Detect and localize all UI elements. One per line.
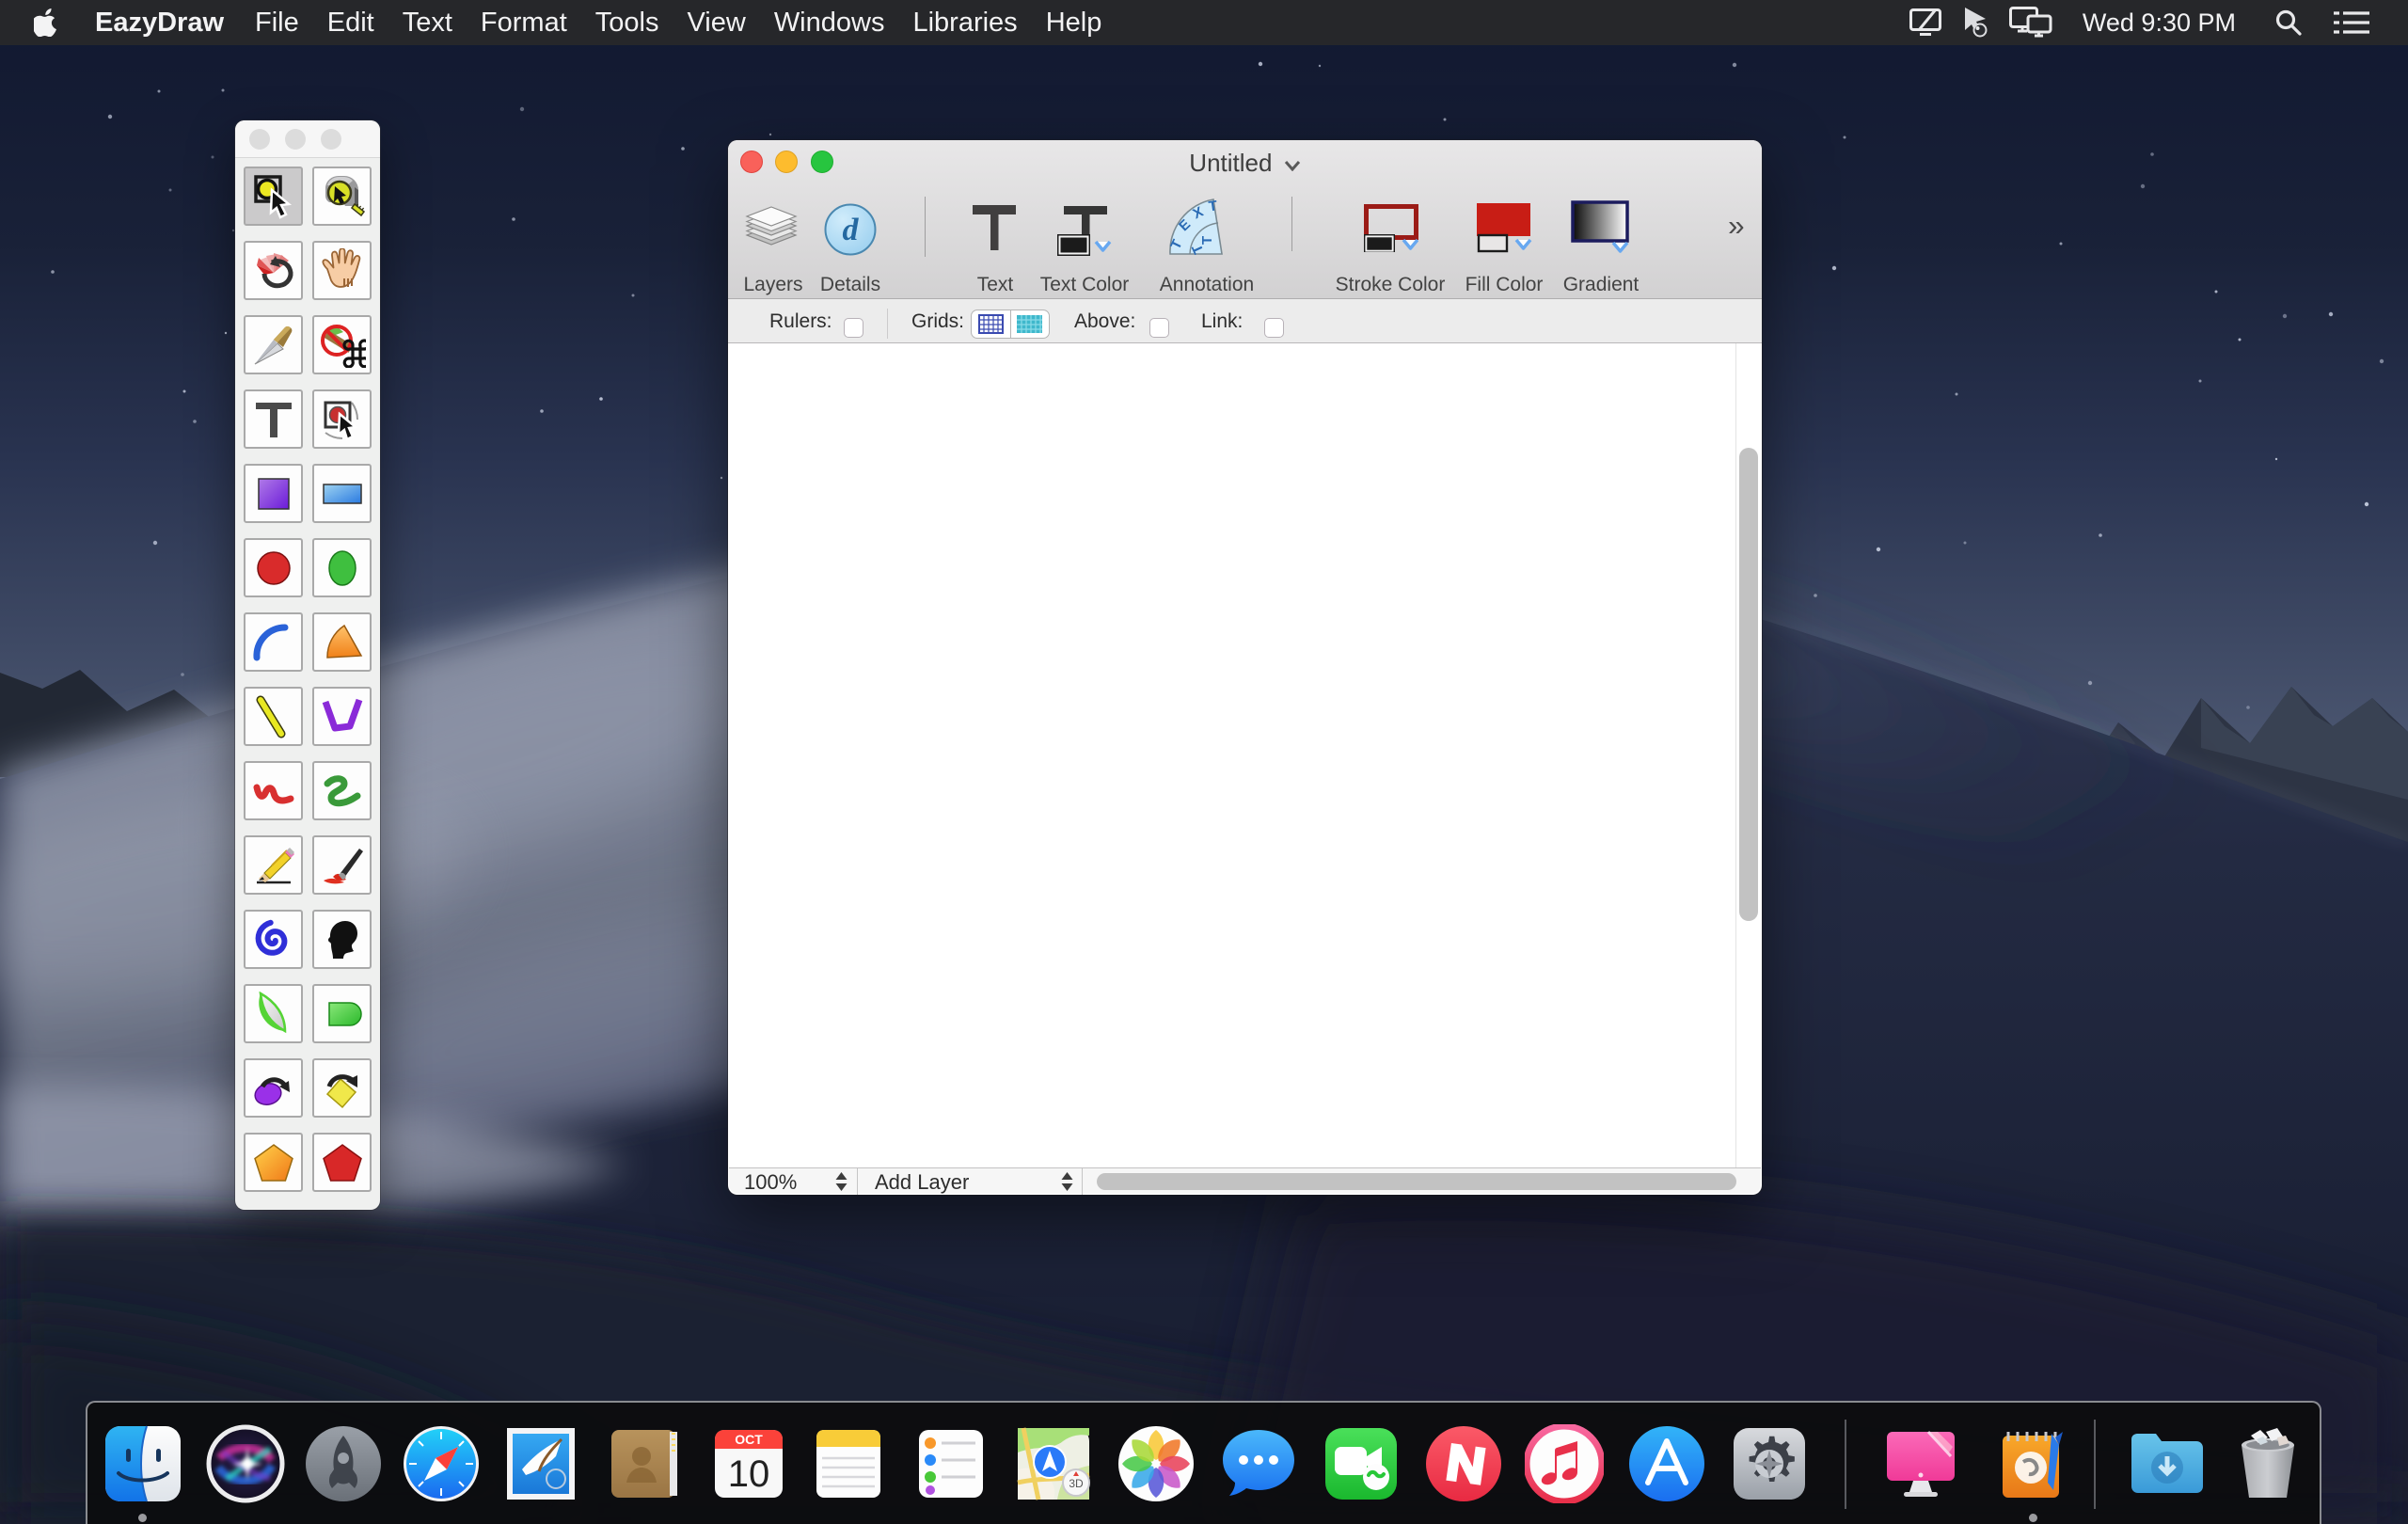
svg-text:d: d: [843, 213, 860, 247]
svg-text:T: T: [1208, 198, 1218, 214]
svg-text:OCT: OCT: [735, 1432, 763, 1447]
svg-text:3D: 3D: [1069, 1477, 1084, 1490]
svg-text:10: 10: [728, 1453, 770, 1495]
